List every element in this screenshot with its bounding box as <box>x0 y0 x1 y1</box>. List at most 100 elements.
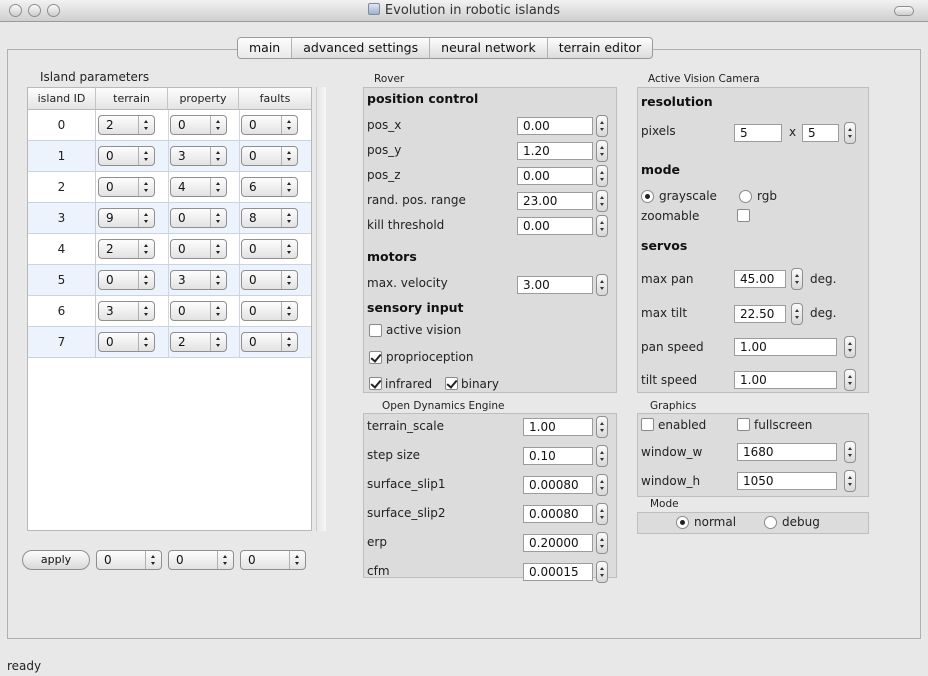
terrain-select[interactable]: 0 <box>98 146 155 166</box>
ode-param-field[interactable]: 0.00015 <box>523 563 593 581</box>
ode-param-field[interactable]: 0.20000 <box>523 534 593 552</box>
property-select[interactable]: 0 <box>170 208 227 228</box>
ode-param-field[interactable]: 0.00080 <box>523 505 593 523</box>
table-row[interactable]: 5030 <box>28 265 311 296</box>
column-divider <box>239 203 240 233</box>
property-select[interactable]: 3 <box>170 146 227 166</box>
rgb-radio[interactable] <box>739 190 752 203</box>
debug-mode-radio[interactable] <box>764 516 777 529</box>
column-header-faults[interactable]: faults <box>239 88 311 110</box>
faults-select[interactable]: 6 <box>241 177 298 197</box>
table-row[interactable]: 1030 <box>28 141 311 172</box>
apply-property-select[interactable]: 0 <box>168 550 234 570</box>
tilt-speed-stepper[interactable] <box>844 369 856 391</box>
terrain-select[interactable]: 2 <box>98 239 155 259</box>
table-row[interactable]: 39 0 8 <box>28 203 311 234</box>
terrain-select[interactable]: 0 <box>98 177 155 197</box>
terrain-select[interactable]: 9 <box>98 208 155 228</box>
column-header-property[interactable]: property <box>168 88 239 110</box>
pixels-stepper[interactable] <box>844 122 856 144</box>
apply-button[interactable]: apply <box>22 550 90 570</box>
position-field[interactable]: 0.00 <box>517 217 593 235</box>
column-header-island-id[interactable]: island ID <box>28 88 96 110</box>
grayscale-radio[interactable] <box>641 190 654 203</box>
max-tilt-stepper[interactable] <box>791 303 803 325</box>
property-select[interactable]: 3 <box>170 270 227 290</box>
ode-param-stepper[interactable] <box>596 503 608 525</box>
position-field[interactable]: 1.20 <box>517 142 593 160</box>
terrain-select[interactable]: 2 <box>98 115 155 135</box>
table-row[interactable]: 42 0 0 <box>28 234 311 265</box>
position-stepper[interactable] <box>596 190 608 212</box>
faults-select[interactable]: 0 <box>241 146 298 166</box>
faults-select[interactable]: 0 <box>241 332 298 352</box>
max-velocity-field[interactable]: 3.00 <box>517 276 593 294</box>
binary-checkbox[interactable] <box>445 377 458 390</box>
pan-speed-field[interactable]: 1.00 <box>734 338 837 356</box>
toolbar-toggle-button[interactable] <box>894 6 914 16</box>
table-row[interactable]: 7020 <box>28 327 311 358</box>
tab-advanced-settings[interactable]: advanced settings <box>292 38 431 58</box>
ode-param-stepper[interactable] <box>596 445 608 467</box>
faults-select[interactable]: 0 <box>241 239 298 259</box>
faults-select[interactable]: 8 <box>241 208 298 228</box>
tab-main[interactable]: main <box>238 38 293 58</box>
table-row[interactable]: 2046 <box>28 172 311 203</box>
property-select[interactable]: 2 <box>170 332 227 352</box>
pixels-height-field[interactable]: 5 <box>802 124 839 142</box>
island-id-cell: 6 <box>28 296 96 327</box>
ode-param-stepper[interactable] <box>596 474 608 496</box>
property-select[interactable]: 0 <box>170 239 227 259</box>
faults-select[interactable]: 0 <box>241 301 298 321</box>
terrain-select[interactable]: 0 <box>98 332 155 352</box>
table-scrollbar[interactable] <box>316 87 326 531</box>
apply-faults-select[interactable]: 0 <box>240 550 306 570</box>
terrain-select[interactable]: 3 <box>98 301 155 321</box>
pixels-width-field[interactable]: 5 <box>734 124 782 142</box>
position-field[interactable]: 0.00 <box>517 117 593 135</box>
position-stepper[interactable] <box>596 215 608 237</box>
table-row[interactable]: 63 0 0 <box>28 296 311 327</box>
column-header-terrain[interactable]: terrain <box>96 88 168 110</box>
proprioception-checkbox[interactable] <box>369 351 382 364</box>
ode-param-stepper[interactable] <box>596 561 608 583</box>
infrared-checkbox[interactable] <box>369 377 382 390</box>
island-id-cell: 7 <box>28 327 96 358</box>
pan-speed-stepper[interactable] <box>844 336 856 358</box>
faults-select[interactable]: 0 <box>241 270 298 290</box>
window-h-stepper[interactable] <box>844 470 856 492</box>
max-velocity-stepper[interactable] <box>596 274 608 296</box>
table-row[interactable]: 0200 <box>28 110 311 141</box>
tab-terrain-editor[interactable]: terrain editor <box>548 38 652 58</box>
ode-param-field[interactable]: 0.10 <box>523 447 593 465</box>
property-select[interactable]: 4 <box>170 177 227 197</box>
max-pan-stepper[interactable] <box>791 268 803 290</box>
ode-param-label: terrain_scale <box>367 419 444 433</box>
position-stepper[interactable] <box>596 165 608 187</box>
ode-param-field[interactable]: 0.00080 <box>523 476 593 494</box>
tab-neural-network[interactable]: neural network <box>430 38 548 58</box>
fullscreen-checkbox[interactable] <box>737 418 750 431</box>
normal-mode-radio[interactable] <box>676 516 689 529</box>
ode-param-stepper[interactable] <box>596 532 608 554</box>
window-w-field[interactable]: 1680 <box>737 443 837 461</box>
faults-select[interactable]: 0 <box>241 115 298 135</box>
ode-param-stepper[interactable] <box>596 416 608 438</box>
active-vision-checkbox[interactable] <box>369 324 382 337</box>
ode-param-field[interactable]: 1.00 <box>523 418 593 436</box>
apply-terrain-select[interactable]: 0 <box>96 550 162 570</box>
position-field[interactable]: 0.00 <box>517 167 593 185</box>
position-stepper[interactable] <box>596 115 608 137</box>
max-tilt-field[interactable]: 22.50 <box>734 305 786 323</box>
property-select[interactable]: 0 <box>170 301 227 321</box>
terrain-select[interactable]: 0 <box>98 270 155 290</box>
position-stepper[interactable] <box>596 140 608 162</box>
max-pan-field[interactable]: 45.00 <box>734 270 786 288</box>
tilt-speed-field[interactable]: 1.00 <box>734 371 837 389</box>
property-select[interactable]: 0 <box>170 115 227 135</box>
position-field[interactable]: 23.00 <box>517 192 593 210</box>
window-h-field[interactable]: 1050 <box>737 472 837 490</box>
graphics-enabled-checkbox[interactable] <box>641 418 654 431</box>
window-w-stepper[interactable] <box>844 441 856 463</box>
zoomable-checkbox[interactable] <box>737 209 750 222</box>
